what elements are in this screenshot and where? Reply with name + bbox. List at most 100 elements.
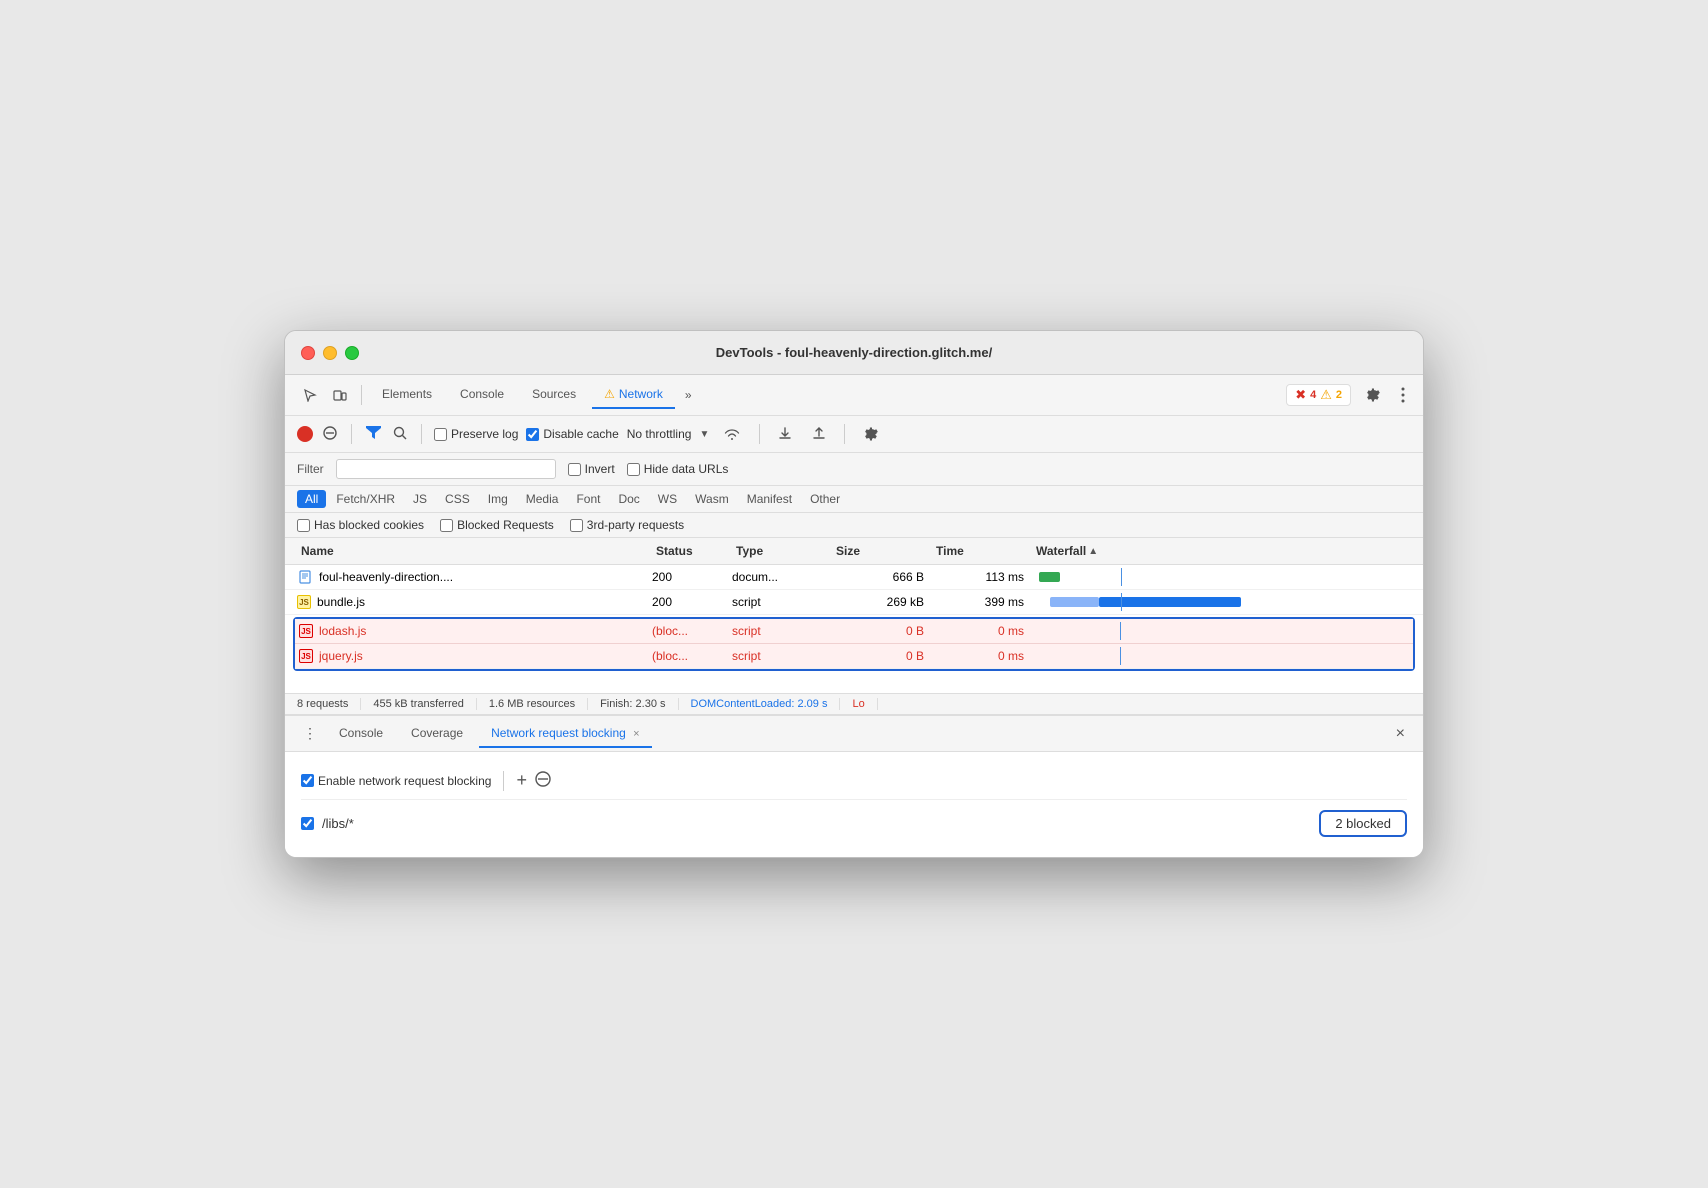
cursor-icon[interactable] xyxy=(297,384,323,406)
waterfall-bar-light xyxy=(1050,597,1100,607)
blocked-requests-input[interactable] xyxy=(440,519,453,532)
network-settings-icon[interactable] xyxy=(857,422,885,446)
import-icon[interactable] xyxy=(772,423,798,445)
settings-icon[interactable] xyxy=(1359,383,1387,407)
enable-blocking-input[interactable] xyxy=(301,774,314,787)
blocked-requests-checkbox[interactable]: Blocked Requests xyxy=(440,518,554,532)
hide-data-urls-checkbox[interactable]: Hide data URLs xyxy=(627,462,729,476)
type-filter-all[interactable]: All xyxy=(297,490,326,508)
error-warning-badge: ✖ 4 ⚠ 2 xyxy=(1286,384,1351,406)
row-filename: lodash.js xyxy=(319,624,366,638)
waterfall-vertical-line xyxy=(1121,568,1122,586)
export-icon[interactable] xyxy=(806,423,832,445)
type-filter-media[interactable]: Media xyxy=(518,490,567,508)
transferred-size: 455 kB transferred xyxy=(361,698,477,710)
warning-triangle-icon: ⚠ xyxy=(604,387,615,401)
has-blocked-cookies-input[interactable] xyxy=(297,519,310,532)
invert-input[interactable] xyxy=(568,463,581,476)
resources-size: 1.6 MB resources xyxy=(477,698,588,710)
third-party-checkbox[interactable]: 3rd-party requests xyxy=(570,518,684,532)
preserve-log-checkbox[interactable]: Preserve log xyxy=(434,427,518,441)
tab-coverage[interactable]: Coverage xyxy=(399,720,475,748)
tab-elements[interactable]: Elements xyxy=(370,381,444,409)
network-conditions-icon[interactable] xyxy=(717,423,747,445)
enable-blocking-checkbox[interactable]: Enable network request blocking xyxy=(301,774,491,788)
bottom-more-icon[interactable]: ⋮ xyxy=(297,721,323,746)
row-type-col: docum... xyxy=(732,570,832,584)
add-pattern-button[interactable]: + xyxy=(516,770,527,791)
js-yellow-icon: JS xyxy=(297,595,311,609)
throttle-selector[interactable]: No throttling xyxy=(627,427,692,441)
row-waterfall-col xyxy=(1032,568,1387,586)
error-count: 4 xyxy=(1310,389,1316,401)
device-toolbar-icon[interactable] xyxy=(327,384,353,406)
type-filter-wasm[interactable]: Wasm xyxy=(687,490,737,508)
tab-network-blocking[interactable]: Network request blocking × xyxy=(479,720,652,748)
type-filter-img[interactable]: Img xyxy=(480,490,516,508)
blocked-rows-wrapper: JS lodash.js (bloc... script 0 B 0 ms JS xyxy=(293,617,1415,671)
record-button[interactable] xyxy=(297,426,313,442)
rule-checkbox[interactable] xyxy=(301,817,314,830)
tab-network[interactable]: ⚠ Network xyxy=(592,381,675,409)
more-options-icon[interactable] xyxy=(1395,383,1411,407)
row-filename: bundle.js xyxy=(317,595,365,609)
bottom-tabs: ⋮ Console Coverage Network request block… xyxy=(285,716,1423,752)
maximize-button[interactable] xyxy=(345,346,359,360)
disable-cache-checkbox[interactable]: Disable cache xyxy=(526,427,618,441)
type-filter-other[interactable]: Other xyxy=(802,490,848,508)
throttle-arrow[interactable]: ▼ xyxy=(699,429,709,440)
error-icon: ✖ xyxy=(1295,387,1306,403)
col-type: Type xyxy=(732,542,832,560)
invert-checkbox[interactable]: Invert xyxy=(568,462,615,476)
waterfall-vertical-line xyxy=(1120,647,1121,665)
load-time[interactable]: Lo xyxy=(840,698,877,710)
table-empty-space xyxy=(285,673,1423,693)
clear-button[interactable] xyxy=(321,424,339,445)
table-row[interactable]: JS lodash.js (bloc... script 0 B 0 ms xyxy=(295,619,1413,644)
row-name-col: JS jquery.js xyxy=(299,649,652,663)
filter-button[interactable] xyxy=(364,424,383,444)
type-filter-fetch-xhr[interactable]: Fetch/XHR xyxy=(328,490,403,508)
type-filter-font[interactable]: Font xyxy=(568,490,608,508)
more-tabs-button[interactable]: » xyxy=(679,384,698,406)
dom-content-loaded[interactable]: DOMContentLoaded: 2.09 s xyxy=(679,698,841,710)
toolbar-divider-5 xyxy=(844,424,845,444)
type-filter-manifest[interactable]: Manifest xyxy=(739,490,800,508)
tab-network-warning: ⚠ Network xyxy=(604,387,663,401)
requests-count: 8 requests xyxy=(297,698,361,710)
third-party-input[interactable] xyxy=(570,519,583,532)
has-blocked-cookies-checkbox[interactable]: Has blocked cookies xyxy=(297,518,424,532)
close-tab-icon[interactable]: × xyxy=(633,728,639,740)
row-time-col: 0 ms xyxy=(932,649,1032,663)
row-size-col: 0 B xyxy=(832,624,932,638)
rule-checkbox-input[interactable] xyxy=(301,817,314,830)
search-button[interactable] xyxy=(391,424,409,445)
type-filter-row: All Fetch/XHR JS CSS Img Media Font Doc … xyxy=(285,486,1423,513)
blocking-rule-row: /libs/* 2 blocked xyxy=(301,800,1407,847)
disable-cache-input[interactable] xyxy=(526,428,539,441)
col-waterfall[interactable]: Waterfall ▲ xyxy=(1032,542,1387,560)
type-filter-js[interactable]: JS xyxy=(405,490,435,508)
tab-sources[interactable]: Sources xyxy=(520,381,588,409)
row-name-col: foul-heavenly-direction.... xyxy=(297,569,652,585)
table-row[interactable]: JS bundle.js 200 script 269 kB 399 ms xyxy=(285,590,1423,615)
tab-console[interactable]: Console xyxy=(448,381,516,409)
tab-console-bottom[interactable]: Console xyxy=(327,720,395,748)
type-filter-css[interactable]: CSS xyxy=(437,490,478,508)
hide-data-urls-input[interactable] xyxy=(627,463,640,476)
row-time-col: 113 ms xyxy=(932,570,1032,584)
row-name-col: JS lodash.js xyxy=(299,624,652,638)
row-status-col: 200 xyxy=(652,570,732,584)
type-filter-ws[interactable]: WS xyxy=(650,490,685,508)
row-filename: jquery.js xyxy=(319,649,363,663)
minimize-button[interactable] xyxy=(323,346,337,360)
table-row[interactable]: foul-heavenly-direction.... 200 docum...… xyxy=(285,565,1423,590)
table-row[interactable]: JS jquery.js (bloc... script 0 B 0 ms xyxy=(295,644,1413,669)
devtools-body: Elements Console Sources ⚠ Network » ✖ 4… xyxy=(285,375,1423,857)
clear-patterns-button[interactable] xyxy=(535,771,551,790)
filter-input[interactable] xyxy=(345,462,547,476)
close-panel-button[interactable]: × xyxy=(1390,723,1411,745)
preserve-log-input[interactable] xyxy=(434,428,447,441)
close-button[interactable] xyxy=(301,346,315,360)
type-filter-doc[interactable]: Doc xyxy=(610,490,647,508)
